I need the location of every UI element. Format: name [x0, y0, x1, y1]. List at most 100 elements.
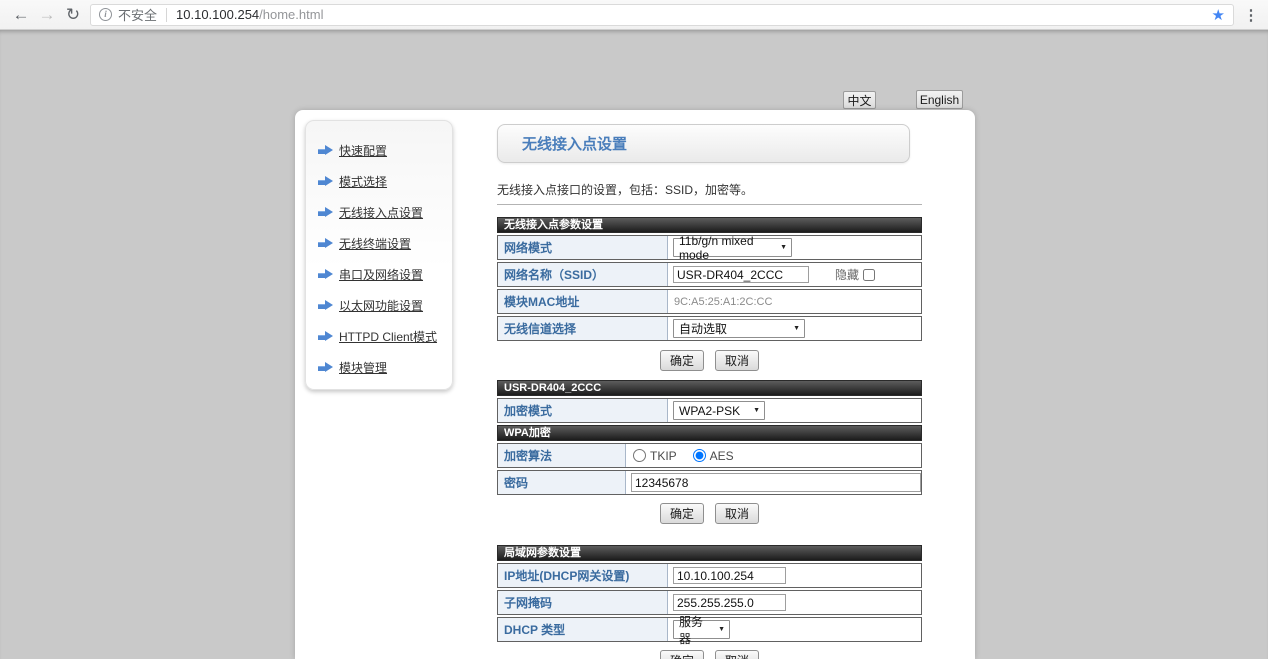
divider: [497, 204, 922, 205]
network-mode-row: 网络模式 11b/g/n mixed mode ▼: [497, 235, 922, 260]
page-title-bar: 无线接入点设置: [497, 124, 910, 163]
network-mode-value: 11b/g/n mixed mode: [679, 234, 774, 262]
dhcp-type-select[interactable]: 服务器 ▼: [673, 620, 730, 639]
ssid-input[interactable]: [673, 266, 809, 283]
ip-address-row: IP地址(DHCP网关设置): [497, 563, 922, 588]
ap-table-header: 无线接入点参数设置: [497, 217, 922, 233]
lan-table: 局域网参数设置 IP地址(DHCP网关设置) 子网掩码 DHCP 类型: [497, 545, 922, 642]
arrow-icon: [318, 207, 333, 218]
arrow-icon: [318, 238, 333, 249]
sidebar-item-label: 串口及网络设置: [339, 266, 423, 283]
sidebar-item-label: 快速配置: [339, 142, 387, 159]
ap-settings-table: 无线接入点参数设置 网络模式 11b/g/n mixed mode ▼ 网络名称…: [497, 217, 922, 341]
sidebar-item-ethernet[interactable]: 以太网功能设置: [318, 290, 452, 321]
ap-ok-button[interactable]: 确定: [660, 350, 704, 371]
tkip-label: TKIP: [650, 449, 677, 463]
security-ok-button[interactable]: 确定: [660, 503, 704, 524]
refresh-icon[interactable]: ↻: [60, 5, 86, 25]
english-language-button[interactable]: English: [916, 90, 963, 109]
sidebar-menu: 快速配置 模式选择 无线接入点设置 无线终端设置 串口及网络设置 以太网功能设置: [305, 120, 453, 390]
hide-ssid-label: 隐藏: [835, 266, 859, 283]
sidebar-item-module-manage[interactable]: 模块管理: [318, 352, 452, 383]
security-table-header: USR-DR404_2CCC: [497, 380, 922, 396]
network-mode-select[interactable]: 11b/g/n mixed mode ▼: [673, 238, 792, 257]
lan-cancel-button[interactable]: 取消: [715, 650, 759, 659]
browser-toolbar: ← → ↻ i 不安全 10.10.100.254 /home.html ★ ⋮: [0, 0, 1268, 30]
url-path: /home.html: [259, 7, 323, 22]
encryption-mode-select[interactable]: WPA2-PSK ▼: [673, 401, 765, 420]
channel-label: 无线信道选择: [498, 317, 668, 340]
ssid-row: 网络名称（SSID） 隐藏: [497, 262, 922, 287]
arrow-icon: [318, 269, 333, 280]
tkip-radio[interactable]: [633, 449, 646, 462]
bookmark-star-icon[interactable]: ★: [1212, 6, 1225, 24]
channel-value: 自动选取: [679, 320, 727, 337]
sidebar-item-uart-network[interactable]: 串口及网络设置: [318, 259, 452, 290]
ssid-label: 网络名称（SSID）: [498, 263, 668, 286]
mac-address-label: 模块MAC地址: [498, 290, 668, 313]
sidebar-item-label: 无线终端设置: [339, 235, 411, 252]
sidebar-item-label: 以太网功能设置: [339, 297, 423, 314]
address-bar[interactable]: i 不安全 10.10.100.254 /home.html ★: [90, 4, 1234, 26]
channel-row: 无线信道选择 自动选取 ▼: [497, 316, 922, 341]
url-host: 10.10.100.254: [176, 7, 259, 22]
arrow-icon: [318, 176, 333, 187]
algorithm-label: 加密算法: [498, 444, 626, 467]
page-title: 无线接入点设置: [522, 133, 627, 154]
sidebar-item-label: 无线接入点设置: [339, 204, 423, 221]
netmask-input[interactable]: [673, 594, 786, 611]
wpa-section-header: WPA加密: [497, 425, 922, 441]
encryption-mode-label: 加密模式: [498, 399, 668, 422]
password-label: 密码: [498, 471, 626, 494]
sidebar-item-sta-settings[interactable]: 无线终端设置: [318, 228, 452, 259]
back-icon[interactable]: ←: [8, 5, 34, 25]
algorithm-row: 加密算法 TKIP AES: [497, 443, 922, 468]
arrow-icon: [318, 145, 333, 156]
netmask-row: 子网掩码: [497, 590, 922, 615]
ap-buttons-row: 确定 取消: [497, 350, 922, 371]
sidebar-item-label: 模块管理: [339, 359, 387, 376]
sidebar-item-httpd-client[interactable]: HTTPD Client模式: [318, 321, 452, 352]
security-buttons-row: 确定 取消: [497, 503, 922, 524]
url-separator: [166, 8, 167, 22]
arrow-icon: [318, 362, 333, 373]
mac-address-row: 模块MAC地址 9C:A5:25:A1:2C:CC: [497, 289, 922, 314]
encryption-mode-value: WPA2-PSK: [679, 404, 740, 418]
info-icon[interactable]: i: [99, 8, 112, 21]
lan-table-header: 局域网参数设置: [497, 545, 922, 561]
content-wrapper: 快速配置 模式选择 无线接入点设置 无线终端设置 串口及网络设置 以太网功能设置: [295, 110, 975, 659]
lan-ok-button[interactable]: 确定: [660, 650, 704, 659]
network-mode-label: 网络模式: [498, 236, 668, 259]
aes-radio[interactable]: [693, 449, 706, 462]
sidebar-item-label: 模式选择: [339, 173, 387, 190]
browser-menu-icon[interactable]: ⋮: [1242, 6, 1260, 24]
password-row: 密码: [497, 470, 922, 495]
mac-address-value: 9C:A5:25:A1:2C:CC: [674, 296, 772, 308]
password-input[interactable]: [631, 473, 921, 492]
security-table: USR-DR404_2CCC 加密模式 WPA2-PSK ▼ WPA加密 加密算…: [497, 380, 922, 495]
dropdown-arrow-icon: ▼: [793, 325, 800, 332]
channel-select[interactable]: 自动选取 ▼: [673, 319, 805, 338]
security-cancel-button[interactable]: 取消: [715, 503, 759, 524]
main-content: 无线接入点设置 无线接入点接口的设置，包括：SSID，加密等。 无线接入点参数设…: [497, 124, 922, 659]
sidebar-item-quick-config[interactable]: 快速配置: [318, 135, 452, 166]
ip-address-label: IP地址(DHCP网关设置): [498, 564, 668, 587]
hide-ssid-checkbox[interactable]: [863, 269, 875, 281]
sidebar-item-mode-select[interactable]: 模式选择: [318, 166, 452, 197]
ap-cancel-button[interactable]: 取消: [715, 350, 759, 371]
dhcp-type-label: DHCP 类型: [498, 618, 668, 641]
dropdown-arrow-icon: ▼: [753, 407, 760, 414]
encryption-mode-row: 加密模式 WPA2-PSK ▼: [497, 398, 922, 423]
sidebar-item-ap-settings[interactable]: 无线接入点设置: [318, 197, 452, 228]
forward-icon[interactable]: →: [34, 5, 60, 25]
dropdown-arrow-icon: ▼: [780, 244, 787, 251]
security-label: 不安全: [118, 5, 157, 24]
netmask-label: 子网掩码: [498, 591, 668, 614]
chinese-language-button[interactable]: 中文: [843, 91, 876, 109]
page-background: 中文 English 快速配置 模式选择 无线接入点设置 无线终端设置: [0, 30, 1268, 659]
ip-address-input[interactable]: [673, 567, 786, 584]
arrow-icon: [318, 331, 333, 342]
sidebar-item-label: HTTPD Client模式: [339, 328, 437, 345]
dhcp-type-row: DHCP 类型 服务器 ▼: [497, 617, 922, 642]
arrow-icon: [318, 300, 333, 311]
